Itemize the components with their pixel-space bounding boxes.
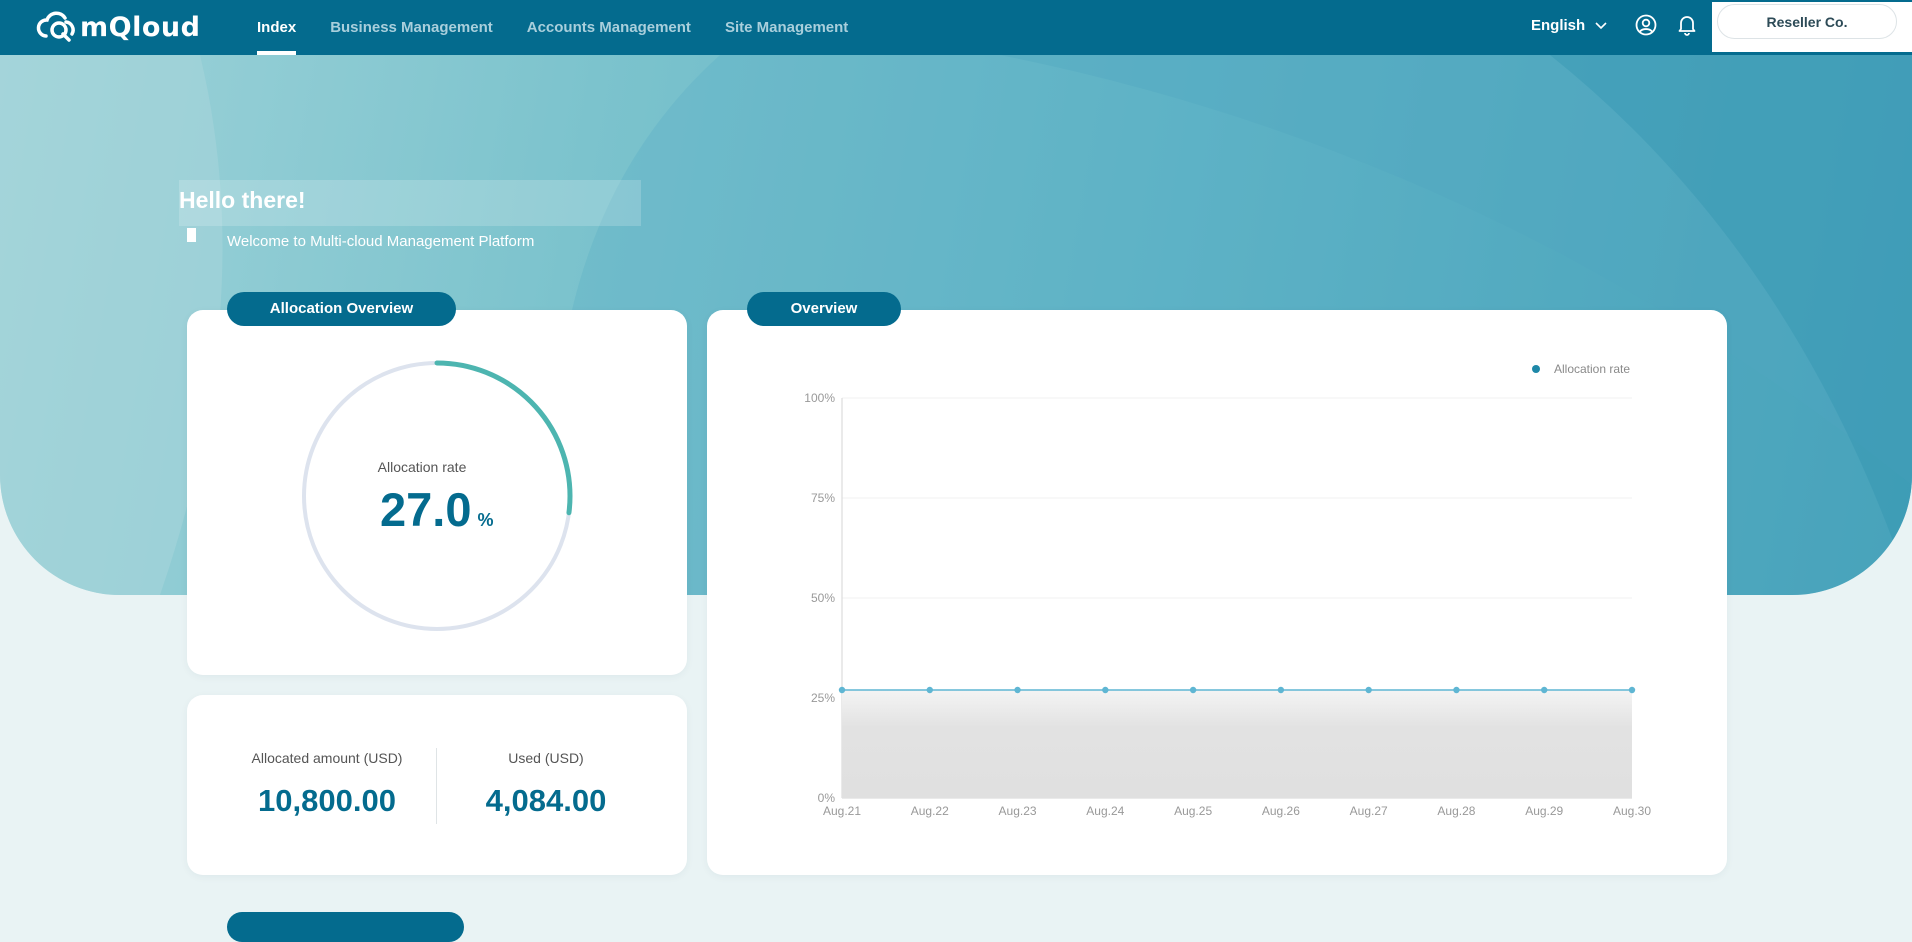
allocated-amount-label: Allocated amount (USD) xyxy=(251,750,403,766)
chevron-down-icon xyxy=(1595,21,1607,29)
amounts-divider xyxy=(436,748,437,824)
allocated-amount-value: 10,800.00 xyxy=(258,783,396,818)
nav-item-business-management[interactable]: Business Management xyxy=(313,0,510,55)
allocation-rate-unit: % xyxy=(477,510,494,530)
brand-name: mQloud xyxy=(80,11,201,43)
greeting-subtitle: Welcome to Multi-cloud Management Platfo… xyxy=(227,233,535,250)
nav-item-site-management[interactable]: Site Management xyxy=(708,0,865,55)
data-point xyxy=(1102,686,1109,694)
x-tick-label: Aug.29 xyxy=(1525,804,1563,818)
x-tick-label: Aug.28 xyxy=(1437,804,1475,818)
x-tick-label: Aug.23 xyxy=(999,804,1037,818)
legend-label: Allocation rate xyxy=(1554,362,1631,376)
data-point xyxy=(1453,686,1460,694)
x-tick-label: Aug.22 xyxy=(911,804,949,818)
main-nav: Index Business Management Accounts Manag… xyxy=(240,0,865,55)
bell-notification-icon[interactable] xyxy=(1677,14,1697,36)
data-point xyxy=(1189,686,1197,694)
y-tick-label: 50% xyxy=(811,591,835,605)
nav-item-accounts-management[interactable]: Accounts Management xyxy=(510,0,708,55)
allocation-rate-number: 27.0 xyxy=(380,483,472,536)
data-point xyxy=(1014,686,1021,694)
brand-logo[interactable]: mQloud xyxy=(36,8,200,46)
allocation-rate-label: Allocation rate xyxy=(377,459,467,475)
account-switcher-panel: Reseller Co. xyxy=(1712,2,1912,52)
x-tick-label: Aug.30 xyxy=(1613,804,1651,818)
legend-marker xyxy=(1532,365,1540,373)
cloud-logo-icon xyxy=(36,11,75,42)
next-section-title xyxy=(227,912,464,942)
y-tick-label: 0% xyxy=(818,791,836,805)
y-tick-label: 25% xyxy=(811,691,835,705)
x-tick-label: Aug.27 xyxy=(1350,804,1388,818)
top-bar: mQloud Index Business Management Account… xyxy=(0,0,1912,55)
nav-item-index[interactable]: Index xyxy=(240,0,313,55)
x-tick-label: Aug.25 xyxy=(1174,804,1212,818)
data-point xyxy=(1365,686,1372,694)
data-point xyxy=(838,686,846,694)
language-select[interactable]: English xyxy=(1531,0,1607,51)
data-point xyxy=(1277,686,1285,694)
overview-title: Overview xyxy=(747,292,901,326)
x-tick-label: Aug.24 xyxy=(1086,804,1124,818)
used-amount-label: Used (USD) xyxy=(508,750,584,766)
chart-legend[interactable]: Allocation rate xyxy=(1532,362,1630,376)
y-tick-label: 75% xyxy=(811,491,835,505)
used-amount-value: 4,084.00 xyxy=(485,783,607,818)
allocation-rate-value: 27.0% xyxy=(380,482,494,537)
x-tick-label: Aug.26 xyxy=(1262,804,1300,818)
y-tick-label: 100% xyxy=(804,391,835,405)
data-point xyxy=(1541,686,1548,694)
language-label: English xyxy=(1531,17,1586,34)
greeting-title: Hello there! xyxy=(179,180,641,226)
data-point xyxy=(1628,686,1636,694)
greeting-marker xyxy=(187,228,196,242)
allocation-rate-chart: 0% 25% 50% 75% 100% Aug.21 Aug.22 Aug.23 Aug.24 A… xyxy=(804,391,1651,818)
x-tick-label: Aug.21 xyxy=(823,804,861,818)
reseller-account-button[interactable]: Reseller Co. xyxy=(1717,4,1897,39)
user-account-icon[interactable] xyxy=(1635,14,1657,36)
series-area xyxy=(842,690,1632,798)
allocation-overview-title: Allocation Overview xyxy=(227,292,456,326)
data-point xyxy=(926,686,933,694)
